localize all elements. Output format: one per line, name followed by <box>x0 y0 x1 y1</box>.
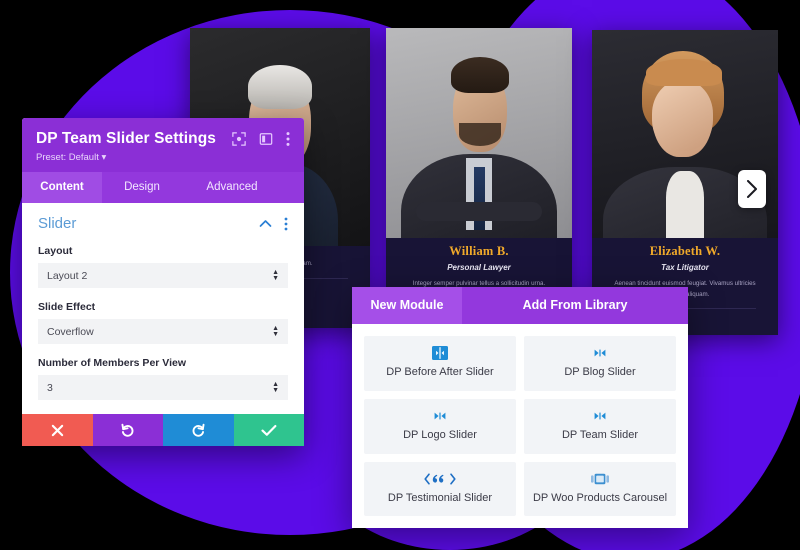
left-right-arrows-icon <box>592 408 608 424</box>
members-per-view-select-value: 3 <box>47 381 53 394</box>
preset-label: Preset: Default <box>36 152 99 163</box>
chevron-up-icon[interactable] <box>259 219 272 228</box>
module-dp-testimonial-slider[interactable]: DP Testimonial Slider <box>364 461 516 517</box>
layout-select-value: Layout 2 <box>47 269 88 282</box>
module-label: DP Woo Products Carousel <box>532 491 668 504</box>
more-vertical-icon[interactable] <box>284 217 288 231</box>
module-dp-woo-products-carousel[interactable]: DP Woo Products Carousel <box>524 461 676 517</box>
preset-caret-icon: ▾ <box>101 152 107 163</box>
module-label: DP Logo Slider <box>403 428 477 441</box>
module-dp-blog-slider[interactable]: DP Blog Slider <box>524 336 676 391</box>
field-label: Slide Effect <box>38 301 96 313</box>
stepper-arrows-icon: ▲ ▼ <box>272 324 279 338</box>
slider-section-header[interactable]: Slider <box>38 215 288 232</box>
module-label: DP Team Slider <box>561 428 639 441</box>
tab-design[interactable]: Design <box>102 172 182 203</box>
module-dp-before-after-slider[interactable]: DP Before After Slider <box>364 336 516 391</box>
field-layout: Layout Layout 2 ▲ ▼ <box>38 245 288 288</box>
more-vertical-icon[interactable] <box>286 131 290 147</box>
module-grid: DP Before After Slider DP Blog Slider DP… <box>352 324 688 529</box>
redo-button[interactable] <box>163 414 234 446</box>
module-library-panel: New Module Add From Library DP Before Af… <box>352 287 688 529</box>
settings-panel-header: DP Team Slider Settings Preset: Default … <box>22 118 304 172</box>
stepper-arrows-icon: ▲ ▼ <box>272 268 279 282</box>
save-button[interactable] <box>233 414 304 446</box>
team-member-name: Elizabeth W. <box>649 244 721 258</box>
slide-effect-select-value: Coverflow <box>47 325 94 338</box>
settings-action-bar <box>22 414 304 446</box>
redo-icon <box>191 423 206 438</box>
field-members-per-view: Number of Members Per View 3 ▲ ▼ <box>38 357 288 400</box>
library-tab-bar: New Module Add From Library <box>352 287 688 324</box>
screenshot-stage: Vivamus ultricies quam. William B. Perso… <box>0 0 800 550</box>
before-after-slider-icon <box>432 345 448 361</box>
section-title: Slider <box>38 215 77 232</box>
settings-body: Slider Layout Layout 2 ▲ ▼ Slide Effect … <box>22 203 304 414</box>
discard-button[interactable] <box>22 414 93 446</box>
module-label: DP Before After Slider <box>386 366 494 378</box>
module-dp-logo-slider[interactable]: DP Logo Slider <box>364 398 516 454</box>
team-member-role: Personal Lawyer <box>447 263 511 272</box>
module-label: DP Blog Slider <box>564 366 636 378</box>
tab-advanced[interactable]: Advanced <box>182 172 282 203</box>
close-icon <box>51 424 64 437</box>
slider-next-button[interactable] <box>738 170 766 208</box>
layout-select[interactable]: Layout 2 ▲ ▼ <box>38 263 288 288</box>
field-label: Layout <box>38 245 73 257</box>
preset-selector[interactable]: Preset: Default ▾ <box>36 152 290 163</box>
left-right-arrows-icon <box>432 408 448 424</box>
module-dp-team-slider[interactable]: DP Team Slider <box>524 398 676 454</box>
team-photo <box>386 28 572 238</box>
settings-panel: DP Team Slider Settings Preset: Default … <box>22 118 304 446</box>
chevron-right-icon <box>746 180 758 198</box>
left-right-arrows-icon <box>592 345 608 361</box>
layout-columns-icon[interactable] <box>259 132 273 146</box>
tab-add-from-library[interactable]: Add From Library <box>462 287 688 324</box>
undo-button[interactable] <box>92 414 163 446</box>
undo-icon <box>120 423 135 438</box>
quote-arrows-icon <box>423 471 457 487</box>
settings-tab-bar: Content Design Advanced <box>22 172 304 203</box>
team-member-name: William B. <box>449 244 509 258</box>
field-label: Number of Members Per View <box>38 357 187 369</box>
module-label: DP Testimonial Slider <box>387 491 493 504</box>
tab-new-module[interactable]: New Module <box>352 287 462 324</box>
tab-content[interactable]: Content <box>22 172 102 203</box>
check-icon <box>261 424 277 437</box>
focus-target-icon[interactable] <box>232 132 246 146</box>
slide-effect-select[interactable]: Coverflow ▲ ▼ <box>38 319 288 344</box>
settings-panel-title: DP Team Slider Settings <box>36 130 217 147</box>
field-slide-effect: Slide Effect Coverflow ▲ ▼ <box>38 301 288 344</box>
team-member-role: Tax Litigator <box>661 263 709 272</box>
members-per-view-select[interactable]: 3 ▲ ▼ <box>38 375 288 400</box>
carousel-icon <box>591 471 609 487</box>
stepper-arrows-icon: ▲ ▼ <box>272 380 279 394</box>
